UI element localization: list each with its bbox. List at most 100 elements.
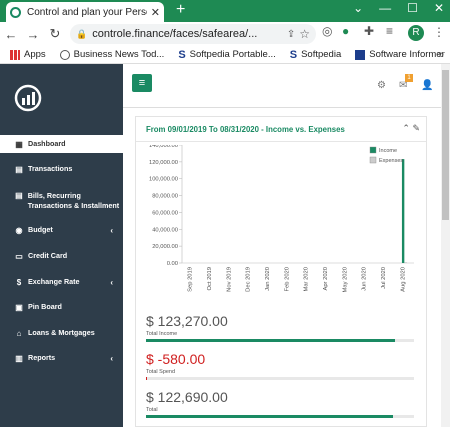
x-tick-label: May 2020 — [342, 267, 348, 292]
collapse-icon[interactable]: ⌃ — [402, 123, 410, 133]
budget-icon: ◉ — [15, 225, 23, 235]
sidebar-item-dashboard[interactable]: ▦ Dashboard — [0, 135, 123, 153]
minimize-icon[interactable]: — — [379, 1, 391, 15]
x-tick-label: Jan 2020 — [265, 267, 271, 291]
sidebar-item-label: Transactions — [28, 164, 73, 173]
close-window-icon[interactable]: ✕ — [434, 1, 444, 15]
bookmark-software-informer[interactable]: Software Informer — [355, 49, 445, 60]
user-icon[interactable]: 👤 — [421, 80, 433, 91]
media-icon[interactable]: ≡ — [386, 24, 393, 38]
profile-avatar[interactable]: R — [408, 25, 424, 41]
app-topbar: ≡ ⚙ ✉ 1 👤 — [123, 64, 441, 108]
browser-tab[interactable]: Control and plan your Personal F ✕ — [6, 2, 164, 22]
bookmarks-bar: Apps Business News Tod... S Softpedia Po… — [0, 46, 450, 64]
url-text[interactable]: controle.finance/faces/safearea/... — [92, 28, 283, 40]
bank-icon: ⌂ — [16, 328, 22, 338]
x-tick-label: Aug 2020 — [400, 267, 406, 292]
sidebar-item-exchange-rate[interactable]: $ Exchange Rate ‹ — [0, 274, 123, 290]
window-controls: ⌄ — ☐ ✕ — [353, 1, 444, 15]
sidebar-item-label: Exchange Rate — [28, 277, 80, 286]
x-tick-label: Dec 2019 — [246, 267, 252, 292]
software-informer-icon — [355, 49, 366, 60]
forward-icon[interactable]: → — [22, 27, 44, 42]
y-tick-label: 20,000.00 — [152, 244, 178, 250]
bookmark-softpedia-portable[interactable]: S Softpedia Portable... — [178, 49, 275, 61]
bookmark-label: Software Informer — [369, 49, 445, 60]
sidebar-item-credit-card[interactable]: ▭ Credit Card — [0, 248, 123, 264]
close-tab-icon[interactable]: ✕ — [151, 6, 160, 19]
list-icon: ▤ — [15, 164, 23, 174]
total-spend-bar — [146, 377, 414, 380]
sidebar-item-label: Credit Card — [28, 251, 68, 260]
softpedia-s-icon: S — [178, 48, 186, 61]
credit-card-icon: ▭ — [15, 251, 23, 261]
chevron-down-icon[interactable]: ⌄ — [353, 1, 363, 15]
bookmark-softpedia[interactable]: S Softpedia — [290, 49, 342, 61]
extension-icon[interactable]: ◎ — [322, 24, 332, 38]
more-bookmarks-icon[interactable]: » — [438, 49, 444, 61]
browser-tab-bar: Control and plan your Personal F ✕ + ⌄ —… — [0, 0, 450, 22]
maximize-icon[interactable]: ☐ — [407, 1, 418, 15]
main-content: ≡ ⚙ ✉ 1 👤 From 09/01/2019 To 08/31/2020 … — [123, 64, 441, 427]
sidebar-item-budget[interactable]: ◉ Budget ‹ — [0, 222, 123, 238]
site-favicon-icon — [10, 6, 21, 18]
extension-leaf-icon[interactable]: ● — [342, 24, 349, 38]
apps-grid-icon — [10, 49, 20, 60]
x-tick-label: Feb 2020 — [284, 267, 290, 292]
page-scrollbar[interactable] — [441, 64, 450, 427]
sidebar-item-label: Bills, Recurring Transactions & Installm… — [27, 191, 120, 210]
y-tick-label: 140,000.00 — [149, 145, 178, 149]
reload-icon[interactable]: ↻ — [44, 26, 66, 42]
bookmark-star-icon[interactable]: ☆ — [299, 27, 310, 41]
y-tick-label: 80,000.00 — [152, 194, 178, 200]
menu-toggle-button[interactable]: ≡ — [132, 74, 152, 92]
chart-icon: ▥ — [15, 353, 23, 363]
sidebar-item-bills[interactable]: ▤ Bills, Recurring Transactions & Instal… — [0, 191, 123, 213]
new-tab-icon[interactable]: + — [176, 1, 185, 19]
y-tick-label: 0.00 — [167, 261, 178, 267]
sidebar-item-pin-board[interactable]: ▣ Pin Board — [0, 299, 123, 315]
chevron-left-icon: ‹ — [110, 225, 113, 235]
share-icon[interactable]: ⇪ — [287, 29, 295, 40]
address-bar[interactable]: 🔒 controle.finance/faces/safearea/... ⇪ … — [70, 24, 316, 44]
divider — [136, 141, 426, 142]
extensions-puzzle-icon[interactable]: ✚ — [364, 24, 374, 38]
bar-expenses — [404, 262, 408, 263]
gear-icon[interactable]: ⚙ — [377, 80, 386, 91]
sidebar-item-transactions[interactable]: ▤ Transactions — [0, 161, 123, 177]
dashboard-icon: ▦ — [15, 139, 23, 149]
softpedia-s-icon: S — [289, 48, 298, 61]
x-tick-label: Jul 2020 — [381, 267, 387, 289]
tab-title: Control and plan your Personal F — [27, 6, 147, 18]
bookmark-apps[interactable]: Apps — [10, 49, 46, 60]
bookmark-business-news[interactable]: Business News Tod... — [59, 49, 165, 60]
sidebar: ▦ Dashboard ▤ Transactions ▤ Bills, Recu… — [0, 64, 123, 427]
total-spend-value: $ -580.00 — [146, 351, 206, 367]
x-tick-label: Nov 2019 — [226, 267, 232, 292]
sidebar-item-label: Dashboard — [28, 139, 66, 148]
bookmark-label: Business News Tod... — [73, 49, 165, 60]
bookmark-label: Softpedia — [301, 49, 342, 60]
x-tick-label: Oct 2019 — [207, 267, 213, 291]
sidebar-item-label: Budget — [28, 225, 53, 234]
app-logo-icon[interactable] — [14, 84, 42, 112]
panel-title: From 09/01/2019 To 08/31/2020 - Income v… — [146, 125, 345, 134]
sidebar-item-loans-mortgages[interactable]: ⌂ Loans & Mortgages — [0, 325, 123, 341]
scrollbar-thumb[interactable] — [442, 70, 449, 220]
total-income-label: Total Income — [146, 331, 178, 337]
legend-label: Income — [379, 148, 397, 154]
income-expenses-panel: From 09/01/2019 To 08/31/2020 - Income v… — [135, 116, 427, 427]
browser-menu-icon[interactable]: ⋮ — [433, 25, 445, 39]
y-tick-label: 60,000.00 — [152, 210, 178, 216]
legend-swatch — [369, 146, 377, 154]
back-icon[interactable]: ← — [0, 27, 22, 42]
chevron-left-icon: ‹ — [110, 353, 113, 363]
globe-icon — [59, 49, 70, 60]
total-bar-fill — [146, 415, 393, 418]
wrench-icon[interactable]: ✎ — [412, 123, 420, 133]
bookmark-label: Softpedia Portable... — [189, 49, 276, 60]
total-income-bar — [146, 339, 414, 342]
chevron-left-icon: ‹ — [110, 277, 113, 287]
sidebar-item-reports[interactable]: ▥ Reports ‹ — [0, 350, 123, 366]
lock-icon[interactable]: 🔒 — [76, 29, 87, 40]
